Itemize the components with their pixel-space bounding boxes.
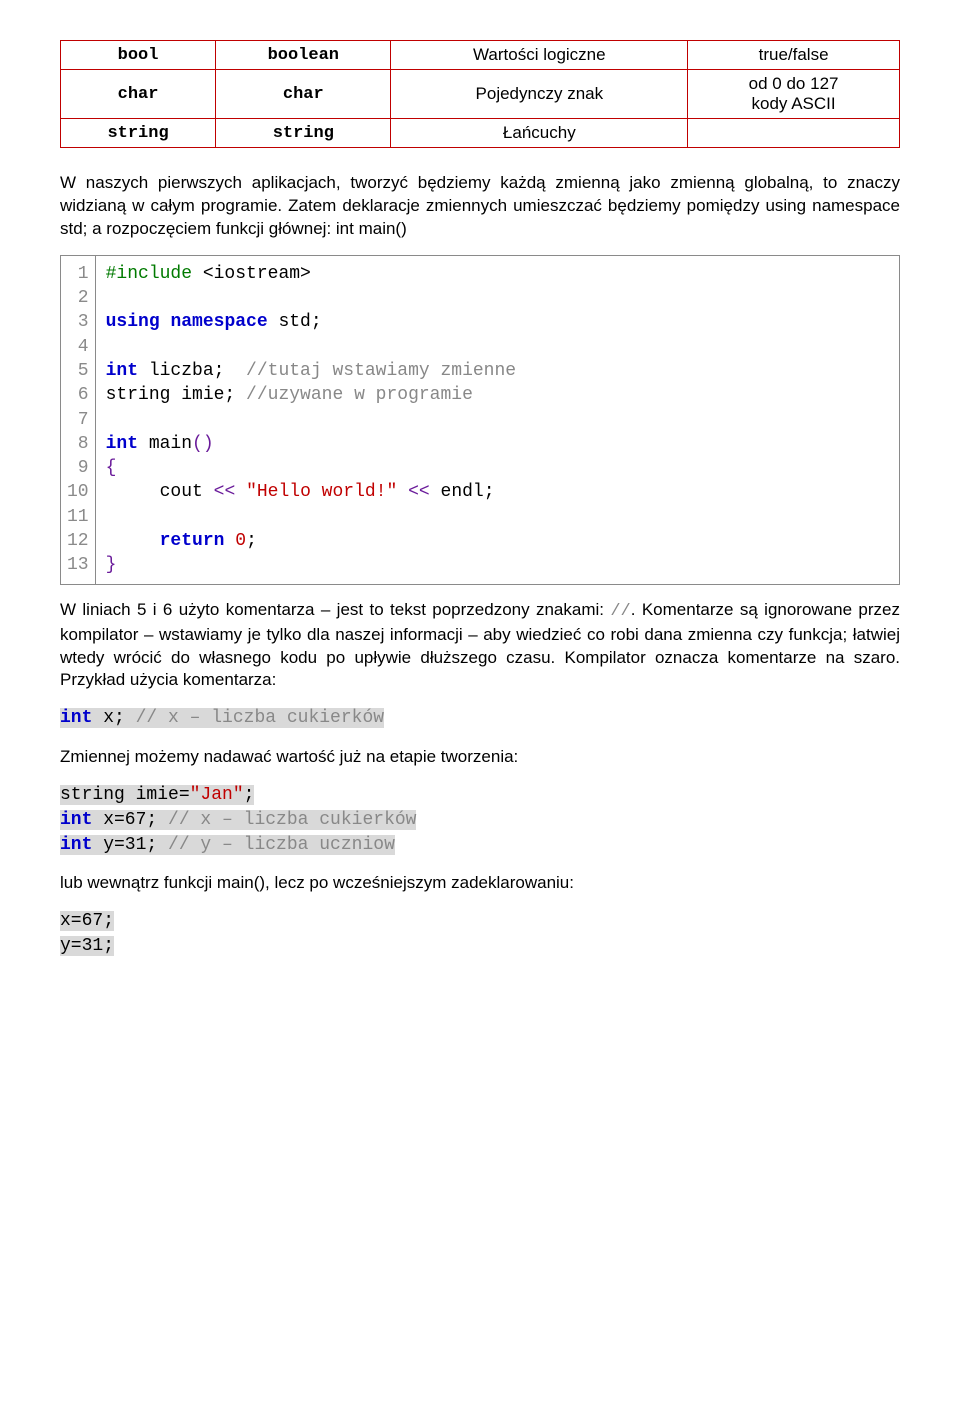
code-token: return: [160, 531, 225, 551]
code-listing: 1 2 3 4 5 6 7 8 9 10 11 12 13 #include <…: [60, 255, 900, 585]
code-token: [106, 531, 160, 551]
code-token: [160, 312, 171, 332]
cell: string: [61, 119, 216, 148]
code-token: [224, 531, 235, 551]
cell: [688, 119, 900, 148]
code-token: y=31;: [92, 835, 168, 855]
code-snippet-1: int x; // x – liczba cukierków: [60, 706, 900, 731]
code-token: int: [106, 434, 138, 454]
code-token: endl;: [430, 482, 495, 502]
code-token: // x – liczba cukierków: [136, 708, 384, 728]
paragraph-assign: Zmiennej możemy nadawać wartość już na e…: [60, 746, 900, 769]
cell: Pojedynczy znak: [391, 70, 688, 119]
code-token: ;: [246, 531, 257, 551]
code-token: {: [106, 458, 117, 478]
code-token: y=31;: [60, 936, 114, 956]
code-inline: //: [610, 602, 630, 621]
code-token: [235, 482, 246, 502]
code-token: 0: [235, 531, 246, 551]
code-snippet-2: string imie="Jan"; int x=67; // x – liczb…: [60, 783, 900, 859]
code-token: }: [106, 555, 117, 575]
code-token: x=67;: [92, 810, 168, 830]
code-token: x=67;: [60, 911, 114, 931]
code-line-numbers: 1 2 3 4 5 6 7 8 9 10 11 12 13: [61, 256, 96, 584]
types-table: bool boolean Wartości logiczne true/fals…: [60, 40, 900, 148]
cell: char: [216, 70, 391, 119]
code-token: int: [60, 810, 92, 830]
code-token: //tutaj wstawiamy zmienne: [246, 361, 516, 381]
table-row: bool boolean Wartości logiczne true/fals…: [61, 41, 900, 70]
cell: char: [61, 70, 216, 119]
cell: od 0 do 127 kody ASCII: [688, 70, 900, 119]
code-token: string imie=: [60, 785, 190, 805]
code-token: "Jan": [190, 785, 244, 805]
code-token: #include: [106, 264, 192, 284]
table-row: char char Pojedynczy znak od 0 do 127 ko…: [61, 70, 900, 119]
code-token: x;: [92, 708, 135, 728]
code-snippet-3: x=67; y=31;: [60, 909, 900, 959]
code-token: std;: [268, 312, 322, 332]
code-token: int: [60, 708, 92, 728]
code-token: //uzywane w programie: [246, 385, 473, 405]
paragraph-intro: W naszych pierwszych aplikacjach, tworzy…: [60, 172, 900, 241]
code-token: namespace: [170, 312, 267, 332]
code-token: "Hello world!": [246, 482, 397, 502]
cell: true/false: [688, 41, 900, 70]
code-token: ;: [244, 785, 255, 805]
code-token: <iostream>: [192, 264, 311, 284]
code-token: liczba;: [138, 361, 246, 381]
cell: Wartości logiczne: [391, 41, 688, 70]
code-token: // y – liczba uczniow: [168, 835, 395, 855]
code-token: <<: [408, 482, 430, 502]
code-token: <<: [214, 482, 236, 502]
cell: bool: [61, 41, 216, 70]
text: W liniach 5 i 6 użyto komentarza – jest …: [60, 600, 610, 619]
cell: Łańcuchy: [391, 119, 688, 148]
paragraph-comments: W liniach 5 i 6 użyto komentarza – jest …: [60, 599, 900, 693]
code-token: using: [106, 312, 160, 332]
code-content: #include <iostream> using namespace std;…: [96, 256, 899, 584]
code-token: int: [106, 361, 138, 381]
code-token: int: [60, 835, 92, 855]
code-token: // x – liczba cukierków: [168, 810, 416, 830]
code-token: main: [138, 434, 192, 454]
code-token: (): [192, 434, 214, 454]
table-row: string string Łańcuchy: [61, 119, 900, 148]
code-token: cout: [106, 482, 214, 502]
cell: boolean: [216, 41, 391, 70]
cell: string: [216, 119, 391, 148]
paragraph-main: lub wewnątrz funkcji main(), lecz po wcz…: [60, 872, 900, 895]
code-token: string imie;: [106, 385, 246, 405]
code-token: [397, 482, 408, 502]
